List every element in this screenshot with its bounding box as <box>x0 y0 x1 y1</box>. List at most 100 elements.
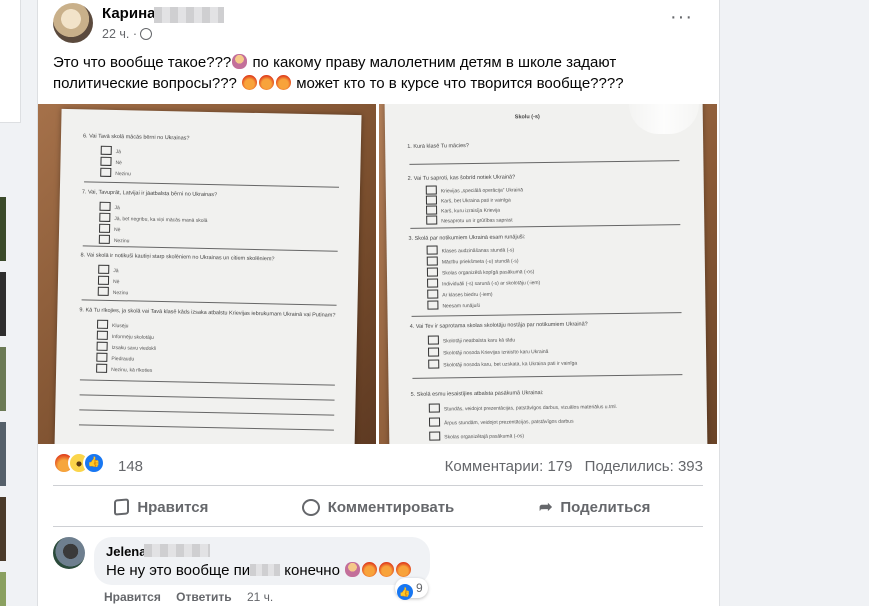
like-reaction-icon: 👍 <box>397 584 413 600</box>
question: 1. Kurā klasē Tu mācies? <box>407 143 469 150</box>
post-text: Это что вообще такое??? по какому праву … <box>53 52 703 94</box>
option: Skolas organizētā kopīgā pasākumā (-os) <box>427 266 534 276</box>
comment-like-button[interactable]: Нравится <box>104 590 161 604</box>
photo-questionnaire-left[interactable]: 6. Vai Tavā skolā mācās bērni no Ukraina… <box>38 104 376 444</box>
comment-reply-button[interactable]: Ответить <box>176 590 231 604</box>
question: 7. Vai, Tavuprāt, Latvijai ir jāatbalsta… <box>81 189 218 199</box>
option: Nezinu <box>100 168 131 177</box>
comment-icon <box>301 498 320 516</box>
post-actions: Нравится Комментировать ➦ Поделиться <box>53 491 703 523</box>
option: Piedraudu <box>96 353 134 362</box>
commenter-avatar[interactable] <box>53 537 85 569</box>
option: Skolotāji nosoda Krievijas izraisīto kar… <box>428 346 548 357</box>
post-time[interactable]: 22 ч. <box>102 27 129 41</box>
option: Krievijas „speciālā operācija” Ukrainā <box>426 184 523 194</box>
comment-text-part: Не ну это вообще пи <box>106 562 251 579</box>
comment-reaction-count: 9 <box>416 581 423 595</box>
option: Skolotāji nosoda karu, bet uzskata, ka U… <box>428 358 577 369</box>
left-photo[interactable] <box>0 272 6 336</box>
option: Nē <box>99 224 121 233</box>
option: Ārpus stundām, veidojot prezentācijas, p… <box>429 416 574 427</box>
divider-line <box>82 245 338 252</box>
answer-line <box>79 394 335 401</box>
option: Nē <box>98 276 120 285</box>
questionnaire-header: Skolu (-s) <box>514 114 540 121</box>
option: Nesaprotu un ir grūtības saprast <box>426 214 513 224</box>
divider-line <box>81 299 337 306</box>
commenter-name[interactable]: Jelena <box>106 544 146 559</box>
comment-bubble: Jelena Не ну это вообще пи конечно <box>94 537 430 585</box>
option: Karš, bet Ukraina pati ir vainīga <box>426 194 511 204</box>
answer-line <box>79 379 335 386</box>
redacted-name <box>154 7 224 23</box>
post-text-part: может кто то в курсе что творится вообще… <box>296 75 624 92</box>
author-avatar[interactable] <box>53 3 93 43</box>
person-emoji-icon <box>345 562 361 577</box>
divider-line <box>409 160 680 165</box>
person-gesturing-emoji-icon <box>232 54 248 69</box>
left-sidebar-strip <box>0 0 22 606</box>
question: 5. Skolā esmu iesaistījies atbalsta pasā… <box>410 390 544 398</box>
comment-label: Комментировать <box>327 498 455 516</box>
divider-line <box>84 181 340 188</box>
angry-face-emoji-icon <box>379 562 395 577</box>
question: 4. Vai Tev ir saprotama skolas skolotāju… <box>409 321 588 330</box>
share-icon: ➦ <box>538 499 553 516</box>
left-photo[interactable] <box>0 197 6 261</box>
divider <box>53 526 703 527</box>
option: Neesam runājuši <box>427 300 480 310</box>
option: Nezinu <box>98 287 129 296</box>
question: 2. Vai Tu saproti, kas šobrīd notiek Ukr… <box>407 174 516 182</box>
option: Jā, bet negribu, ka viņi mācās manā skol… <box>99 213 207 224</box>
comments-count[interactable]: Комментарии: 179 <box>445 458 573 475</box>
question: 6. Vai Tavā skolā mācās bērni no Ukraina… <box>82 133 190 142</box>
post-photos: 6. Vai Tavā skolā mācās bērni no Ukraina… <box>38 104 717 444</box>
post-meta: 22 ч. · <box>102 27 153 41</box>
divider <box>53 485 703 486</box>
divider-line <box>410 224 681 229</box>
answer-line <box>78 424 334 431</box>
option: Nē <box>100 157 122 166</box>
option: Klases audzināšanas stundā (-s) <box>427 244 515 254</box>
option: Informēju skolotāju <box>97 331 154 341</box>
left-photo[interactable] <box>0 497 6 561</box>
option: Izsaku savu viedokli <box>97 342 157 352</box>
like-label: Нравится <box>137 498 209 516</box>
angry-face-emoji-icon <box>396 562 412 577</box>
share-button[interactable]: ➦ Поделиться <box>486 491 703 523</box>
left-photo[interactable] <box>0 347 6 411</box>
option: Mācību priekšmeta (-u) stundā (-s) <box>427 255 519 265</box>
option: Klusēju <box>97 320 129 329</box>
post-card: Карина І 22 ч. · ··· Это что вообще тако… <box>37 0 720 606</box>
like-button[interactable]: Нравится <box>53 491 270 523</box>
questionnaire-paper: 6. Vai Tavā skolā mācās bērni no Ukraina… <box>54 108 362 444</box>
angry-face-emoji-icon <box>242 75 258 90</box>
angry-face-emoji-icon <box>259 75 275 90</box>
answer-line <box>79 409 335 416</box>
shares-count[interactable]: Поделились: 393 <box>585 458 703 475</box>
like-reaction-icon: 👍 <box>83 452 105 474</box>
questionnaire-paper: Skolu (-s) 1. Kurā klasē Tu mācies? 2. V… <box>384 104 708 444</box>
left-photo[interactable] <box>0 422 6 486</box>
like-icon <box>114 498 130 516</box>
share-label: Поделиться <box>560 498 651 516</box>
photo-questionnaire-right[interactable]: Skolu (-s) 1. Kurā klasē Tu mācies? 2. V… <box>379 104 717 444</box>
angry-face-emoji-icon <box>276 75 292 90</box>
divider-line <box>411 312 682 317</box>
redacted-name <box>144 544 210 557</box>
comment-time[interactable]: 21 ч. <box>247 590 273 604</box>
option: Jā <box>99 202 119 211</box>
option: Jā <box>101 146 121 155</box>
post-text-part: Это что вообще такое??? <box>53 54 232 71</box>
option: Ar klases biedru (-iem) <box>427 289 492 299</box>
left-photo[interactable] <box>0 572 6 606</box>
reactions-count[interactable]: 148 <box>118 458 143 475</box>
option: Nezinu <box>99 235 130 244</box>
comment-button[interactable]: Комментировать <box>270 491 487 523</box>
comment-text-part: конечно <box>284 562 340 579</box>
more-icon[interactable]: ··· <box>670 6 693 29</box>
comment-reaction-badge[interactable]: 👍 9 <box>395 578 428 600</box>
option: Jā <box>98 265 118 274</box>
comment-text: Не ну это вообще пи конечно <box>106 562 412 579</box>
question: 9. Kā Tu rīkojies, ja skolā vai Tavā kla… <box>79 307 336 319</box>
